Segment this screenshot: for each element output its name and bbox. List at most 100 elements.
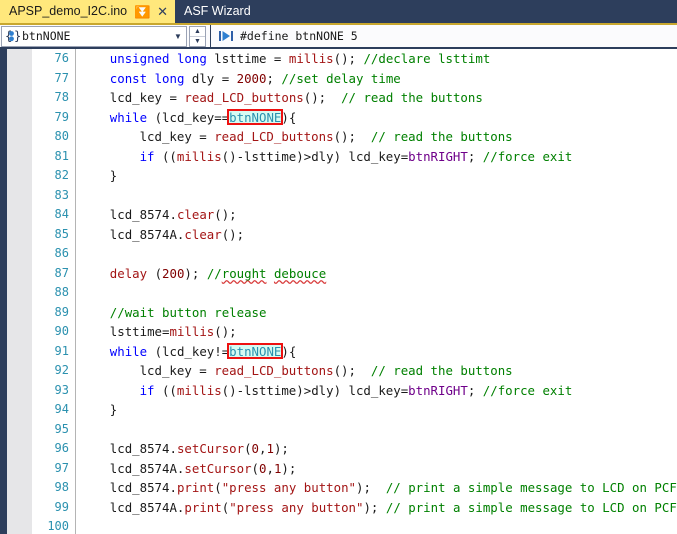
code-line[interactable]: 82} [0, 166, 677, 186]
code-token: lcd_8574. [109, 441, 177, 456]
code-line[interactable]: 98 lcd_8574.print("press any button"); //… [0, 478, 677, 498]
code-line[interactable]: 90 lsttime=millis(); [0, 322, 677, 342]
code-token: ); [281, 460, 297, 476]
code-line[interactable]: 80 lcd_key = read_LCD_buttons(); // read … [0, 127, 677, 147]
code-text: if ((millis()-lsttime)>dly) lcd_key=btnR… [140, 147, 573, 167]
code-token: lcd_key = [139, 363, 215, 378]
goto-definition-icon[interactable] [215, 26, 237, 47]
code-line[interactable]: 77 const long dly = 2000; //set delay tim… [0, 69, 677, 89]
line-number: 90 [54, 324, 69, 338]
scope-stepper[interactable]: ▲ ▼ [189, 25, 206, 47]
code-line[interactable]: 86 [0, 244, 677, 264]
spellcheck-word: debouce [273, 265, 327, 281]
tab-title: APSP_demo_I2C.ino [9, 4, 128, 18]
code-text: const long dly = 2000; //set delay time [110, 69, 401, 89]
code-line[interactable]: 89 //wait button release [0, 303, 677, 323]
line-number: 96 [54, 441, 69, 455]
code-line[interactable]: 100 [0, 517, 677, 534]
close-icon[interactable]: ✕ [157, 5, 168, 18]
code-token: lsttime= [109, 324, 170, 339]
code-text: lcd_8574.setCursor(0,1); [110, 439, 289, 459]
code-token: 0 [251, 441, 260, 456]
code-token: // read the buttons [341, 90, 483, 105]
code-token: while [109, 343, 148, 359]
code-editor-surface[interactable]: 76 unsigned long lsttime = millis(); //de… [0, 49, 677, 534]
code-token: long [176, 51, 207, 66]
code-text: //wait button release [110, 303, 267, 323]
code-line[interactable]: 95 [0, 420, 677, 440]
editor-tab-bar: APSP_demo_I2C.ino ⏬ ✕ ASF Wizard [0, 0, 677, 23]
code-text: lsttime=millis(); [110, 322, 237, 342]
code-line[interactable]: 83 [0, 186, 677, 206]
code-token: ){ [281, 109, 297, 125]
code-token: ()-lsttime)>dly) lcd_key= [221, 148, 409, 164]
code-token: (( [154, 382, 177, 398]
line-number: 84 [54, 207, 69, 221]
code-line[interactable]: 94} [0, 400, 677, 420]
code-token: ); [184, 265, 207, 281]
code-line[interactable]: 91 while (lcd_key!=btnNONE){ [0, 342, 677, 362]
line-number: 80 [54, 129, 69, 143]
member-dropdown-value[interactable]: #define btnNONE 5 [240, 29, 358, 43]
code-token: (); [333, 129, 371, 144]
spinner-down-icon[interactable]: ▼ [190, 37, 205, 46]
scope-dropdown[interactable]: { } btnNONE ▼ [1, 25, 187, 47]
line-number: 95 [54, 421, 69, 436]
line-number: 89 [54, 304, 69, 319]
code-token: dly = [184, 70, 237, 86]
code-token: setCursor [184, 460, 252, 476]
code-token: clear [184, 226, 222, 242]
code-token: } [109, 168, 118, 183]
code-token: ( [244, 441, 252, 456]
code-token: read_LCD_buttons [214, 129, 334, 144]
code-line[interactable]: 99 lcd_8574A.print("press any button"); /… [0, 498, 677, 518]
code-text: lcd_8574.print("press any button"); // p… [110, 478, 677, 498]
code-line[interactable]: 79 while (lcd_key==btnNONE){ [0, 108, 677, 128]
code-text: } [110, 400, 117, 420]
pin-icon[interactable]: ⏬ [134, 5, 150, 19]
line-number: 91 [54, 343, 69, 358]
code-token: lcd_key = [139, 129, 215, 144]
code-line[interactable]: 78 lcd_key = read_LCD_buttons(); // read … [0, 88, 677, 108]
spinner-up-icon[interactable]: ▲ [190, 27, 205, 37]
code-line[interactable]: 81 if ((millis()-lsttime)>dly) lcd_key=bt… [0, 147, 677, 167]
line-number: 93 [54, 382, 69, 397]
code-token: (( [154, 148, 177, 164]
code-token: read_LCD_buttons [184, 90, 304, 105]
code-token: (); [303, 90, 342, 105]
code-line[interactable]: 88 [0, 283, 677, 303]
code-line[interactable]: 76 unsigned long lsttime = millis(); //de… [0, 49, 677, 69]
code-line[interactable]: 92 lcd_key = read_LCD_buttons(); // read … [0, 361, 677, 381]
code-token: 1 [266, 441, 274, 456]
code-line[interactable]: 84 lcd_8574.clear(); [0, 205, 677, 225]
code-line[interactable]: 96 lcd_8574.setCursor(0,1); [0, 439, 677, 459]
code-token: long [154, 70, 185, 86]
code-line[interactable]: 93 if ((millis()-lsttime)>dly) lcd_key=bt… [0, 381, 677, 401]
code-line[interactable]: 97 lcd_8574A.setCursor(0,1); [0, 459, 677, 479]
code-token: (); [333, 51, 364, 66]
code-text: while (lcd_key!=btnNONE){ [109, 342, 296, 362]
line-number: 92 [54, 363, 69, 377]
line-number: 76 [54, 51, 69, 65]
code-token: "press any button" [229, 499, 364, 515]
code-token: ; [266, 70, 282, 86]
line-number: 86 [54, 246, 69, 260]
code-token: // read the buttons [370, 363, 513, 378]
tab-apsp-demo-i2c[interactable]: APSP_demo_I2C.ino ⏬ ✕ [0, 0, 175, 23]
tab-asf-wizard[interactable]: ASF Wizard [175, 0, 258, 23]
code-token: (); [221, 226, 245, 242]
chevron-down-icon[interactable]: ▼ [170, 27, 186, 46]
code-token: lcd_8574A. [109, 460, 185, 476]
code-navigation-bar: { } btnNONE ▼ ▲ ▼ #define btnNONE 5 [0, 24, 677, 48]
code-token: ); [356, 480, 386, 495]
code-line[interactable]: 85 lcd_8574A.clear(); [0, 225, 677, 245]
code-token: unsigned [109, 51, 170, 66]
code-token: print [184, 499, 222, 515]
code-line[interactable]: 87 delay (200); //rought debouce [0, 264, 677, 284]
code-token: // read the buttons [370, 129, 513, 144]
code-token: (lcd_key== [147, 109, 230, 125]
code-token: (); [214, 324, 237, 339]
svg-text:}: } [14, 29, 20, 43]
